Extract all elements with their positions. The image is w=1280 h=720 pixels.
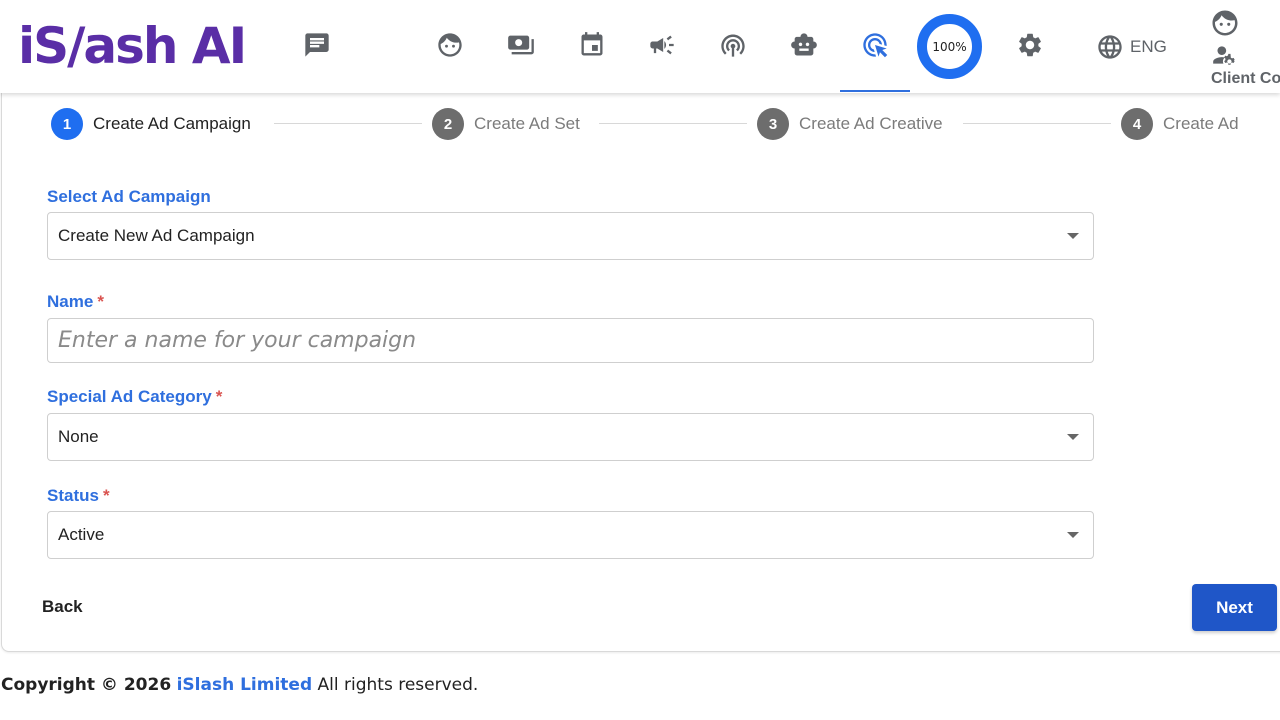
status-dropdown[interactable]: Active bbox=[47, 511, 1094, 559]
campaign-name-input[interactable] bbox=[47, 318, 1094, 363]
chevron-down-icon bbox=[1067, 434, 1079, 440]
status-label: Status * bbox=[47, 486, 110, 506]
step-create-ad-campaign[interactable]: 1 Create Ad Campaign bbox=[51, 108, 251, 140]
settings-icon[interactable] bbox=[1010, 25, 1050, 65]
logo-text-part2: ash AI bbox=[83, 17, 247, 75]
special-category-label: Special Ad Category * bbox=[47, 387, 222, 407]
completion-progress-ring[interactable]: 100% bbox=[917, 14, 982, 79]
robot-icon[interactable] bbox=[784, 25, 824, 65]
step-label: Create Ad Set bbox=[474, 114, 580, 133]
status-label-text: Status bbox=[47, 486, 99, 505]
podcast-icon[interactable] bbox=[713, 25, 753, 65]
active-nav-indicator bbox=[840, 90, 910, 92]
copyright-suffix: All rights reserved. bbox=[317, 675, 479, 695]
step-number: 4 bbox=[1121, 108, 1153, 140]
client-label: Client Co bbox=[1211, 70, 1280, 87]
select-campaign-label-text: Select Ad Campaign bbox=[47, 187, 211, 206]
face-icon[interactable] bbox=[430, 25, 470, 65]
chevron-down-icon bbox=[1067, 233, 1079, 239]
campaign-icon[interactable] bbox=[642, 25, 682, 65]
step-connector bbox=[963, 123, 1111, 124]
manage-accounts-icon bbox=[1211, 42, 1237, 73]
step-create-ad-set[interactable]: 2 Create Ad Set bbox=[432, 108, 580, 140]
step-label: Create Ad Campaign bbox=[93, 114, 251, 133]
next-button[interactable]: Next bbox=[1192, 584, 1277, 631]
calendar-icon[interactable] bbox=[572, 25, 612, 65]
footer-copyright: Copyright © 2026 iSlash Limited All righ… bbox=[1, 675, 478, 695]
step-create-ad-creative[interactable]: 3 Create Ad Creative bbox=[757, 108, 943, 140]
chevron-down-icon bbox=[1067, 532, 1079, 538]
required-asterisk: * bbox=[215, 387, 223, 406]
step-connector bbox=[274, 123, 422, 124]
language-label: ENG bbox=[1130, 37, 1167, 56]
select-campaign-label: Select Ad Campaign bbox=[47, 187, 211, 207]
client-menu[interactable]: Client Co bbox=[1210, 8, 1280, 88]
chat-icon[interactable] bbox=[297, 25, 337, 65]
islash-logo[interactable]: iS/ash AI bbox=[18, 17, 247, 75]
back-button[interactable]: Back bbox=[42, 597, 83, 617]
client-face-icon bbox=[1210, 8, 1240, 43]
step-label: Create Ad bbox=[1163, 114, 1239, 133]
name-label-text: Name bbox=[47, 292, 94, 311]
step-number: 3 bbox=[757, 108, 789, 140]
create-campaign-card: 1 Create Ad Campaign 2 Create Ad Set 3 C… bbox=[1, 93, 1280, 652]
progress-label: 100% bbox=[932, 39, 967, 54]
logo-text-part1: iS/ bbox=[18, 17, 85, 75]
step-label: Create Ad Creative bbox=[799, 114, 943, 133]
select-campaign-dropdown[interactable]: Create New Ad Campaign bbox=[47, 212, 1094, 260]
required-asterisk: * bbox=[102, 486, 110, 505]
step-connector bbox=[599, 123, 747, 124]
status-value: Active bbox=[58, 525, 105, 544]
special-category-value: None bbox=[58, 427, 99, 446]
globe-icon bbox=[1098, 35, 1122, 59]
copyright-prefix: Copyright © 2026 bbox=[1, 675, 172, 695]
required-asterisk: * bbox=[97, 292, 104, 311]
special-category-dropdown[interactable]: None bbox=[47, 413, 1094, 461]
payments-icon[interactable] bbox=[501, 25, 541, 65]
name-label: Name * bbox=[47, 292, 104, 312]
step-create-ad[interactable]: 4 Create Ad bbox=[1121, 108, 1239, 140]
step-number: 1 bbox=[51, 108, 83, 140]
top-header: iS/ash AI 100% ENG Client Co bbox=[0, 0, 1280, 93]
language-selector[interactable]: ENG bbox=[1096, 33, 1167, 61]
special-category-label-text: Special Ad Category bbox=[47, 387, 212, 406]
select-campaign-value: Create New Ad Campaign bbox=[58, 226, 255, 245]
ads-click-icon[interactable] bbox=[855, 25, 895, 65]
step-number: 2 bbox=[432, 108, 464, 140]
company-link[interactable]: iSlash Limited bbox=[177, 675, 313, 695]
